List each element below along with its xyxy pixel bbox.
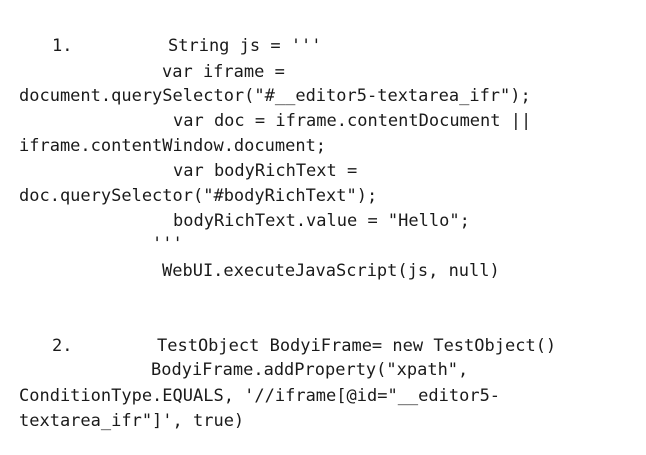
code-line: iframe.contentWindow.document; [19, 136, 327, 156]
code-document: 1. String js = ''' var iframe = document… [0, 0, 646, 455]
code-line: textarea_ifr"]', true) [19, 411, 245, 431]
code-line: var bodyRichText = [173, 161, 358, 181]
code-line: var doc = iframe.contentDocument || [173, 111, 532, 131]
code-line: WebUI.executeJavaScript(js, null) [162, 261, 500, 281]
code-line: BodyiFrame.addProperty("xpath", [151, 360, 469, 380]
code-line: doc.querySelector("#bodyRichText"); [19, 186, 378, 206]
code-line: TestObject BodyiFrame= new TestObject() [157, 336, 557, 356]
code-line: var iframe = [162, 62, 285, 82]
code-line: ''' [152, 234, 183, 254]
code-line: bodyRichText.value = "Hello"; [173, 211, 470, 231]
code-line: String js = ''' [168, 36, 322, 56]
code-line: ConditionType.EQUALS, '//iframe[@id="__e… [19, 386, 501, 406]
item-number: 2. [52, 336, 73, 356]
code-line: document.querySelector("#__editor5-texta… [19, 86, 531, 106]
item-number: 1. [52, 36, 73, 56]
